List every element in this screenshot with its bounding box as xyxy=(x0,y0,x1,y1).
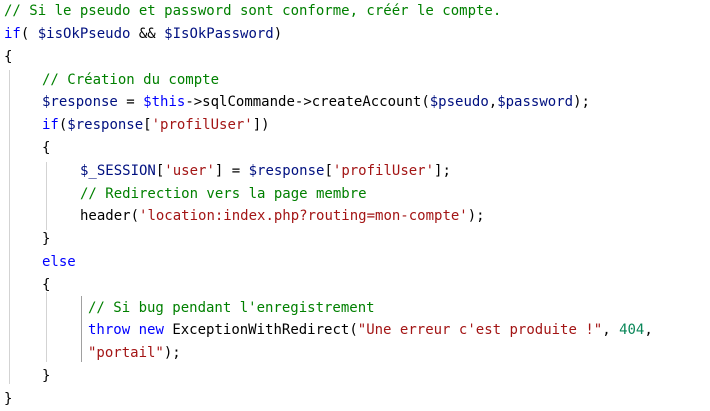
code-text: } xyxy=(42,231,51,247)
code-string: 'location:index.php?routing=mon-compte' xyxy=(139,208,468,224)
code-line[interactable]: { xyxy=(4,46,12,69)
code-text: ->sqlCommande->createAccount( xyxy=(185,94,430,110)
code-keyword: else xyxy=(42,254,76,270)
code-string: 'user' xyxy=(164,163,215,179)
code-text: ); xyxy=(163,345,181,361)
code-line[interactable]: // Si bug pendant l'enregistrement xyxy=(88,297,375,320)
code-variable: $response xyxy=(248,163,325,179)
code-variable: $pseudo xyxy=(429,94,489,110)
code-text: } xyxy=(4,391,13,407)
code-text: [ xyxy=(324,163,333,179)
code-text: = xyxy=(117,94,144,110)
indent-guide xyxy=(46,292,47,362)
code-string: "portail" xyxy=(88,345,164,361)
code-line[interactable]: header('location:index.php?routing=mon-c… xyxy=(80,205,485,228)
code-variable: $password xyxy=(497,94,574,110)
code-line[interactable]: { xyxy=(42,137,50,160)
code-keyword: if xyxy=(42,117,59,133)
code-keyword: if xyxy=(4,26,21,42)
code-string: 'profilUser' xyxy=(332,163,435,179)
code-text: header( xyxy=(80,208,140,224)
indent-guide xyxy=(9,70,10,384)
code-line[interactable]: $_SESSION['user'] = $response['profilUse… xyxy=(80,160,451,183)
code-text: ); xyxy=(467,208,485,224)
code-editor[interactable]: // Si le pseudo et password sont conform… xyxy=(0,0,710,411)
code-text: , xyxy=(488,94,498,110)
code-string: "Une erreur c'est produite !" xyxy=(357,322,603,338)
code-text: ( xyxy=(20,26,38,42)
code-text: } xyxy=(42,368,51,384)
code-variable: $response xyxy=(67,117,144,133)
code-text: { xyxy=(42,277,51,293)
code-line[interactable]: else xyxy=(42,251,76,274)
code-line[interactable]: } xyxy=(42,228,50,251)
code-keyword: throw xyxy=(88,322,131,338)
code-line[interactable]: // Redirection vers la page membre xyxy=(80,183,367,206)
code-number: 404 xyxy=(619,322,645,338)
code-text: ) xyxy=(273,26,283,42)
code-string: 'profilUser' xyxy=(151,117,253,133)
code-line[interactable]: $response = $this->sqlCommande->createAc… xyxy=(42,91,590,114)
code-text: [ xyxy=(143,117,152,133)
indent-guide xyxy=(46,162,47,230)
code-line[interactable]: throw new ExceptionWithRedirect("Une err… xyxy=(88,319,653,342)
code-line[interactable]: "portail"); xyxy=(88,342,181,365)
code-line[interactable]: { xyxy=(42,274,50,297)
code-text: ] = xyxy=(214,163,249,179)
code-keyword: $this xyxy=(143,94,186,110)
code-variable: $response xyxy=(42,94,118,110)
code-keyword: new xyxy=(138,322,164,338)
code-comment: // Redirection vers la page membre xyxy=(80,186,367,202)
code-line[interactable]: if($response['profilUser']) xyxy=(42,114,270,137)
code-variable: $IsOkPassword xyxy=(164,26,274,42)
code-text: ); xyxy=(573,94,590,110)
code-variable: $_SESSION xyxy=(80,163,156,179)
code-text: , xyxy=(644,322,653,338)
code-text: { xyxy=(4,49,13,65)
code-line[interactable]: if( $isOkPseudo && $IsOkPassword) xyxy=(4,23,282,46)
code-text: { xyxy=(42,140,51,156)
code-line[interactable]: // Création du compte xyxy=(42,69,219,92)
code-variable: $isOkPseudo xyxy=(37,26,131,42)
code-text: ExceptionWithRedirect( xyxy=(163,322,358,338)
code-text: ]) xyxy=(252,117,270,133)
indent-guide-active xyxy=(81,296,82,362)
code-line[interactable]: // Si le pseudo et password sont conform… xyxy=(4,0,501,23)
code-comment: // Si bug pendant l'enregistrement xyxy=(88,300,375,316)
code-line[interactable]: } xyxy=(4,388,12,411)
code-text: , xyxy=(602,322,620,338)
code-comment: // Si le pseudo et password sont conform… xyxy=(4,3,502,19)
code-line[interactable]: } xyxy=(42,365,50,388)
code-text: ]; xyxy=(434,163,451,179)
code-text: && xyxy=(130,26,165,42)
code-comment: // Création du compte xyxy=(42,72,220,88)
